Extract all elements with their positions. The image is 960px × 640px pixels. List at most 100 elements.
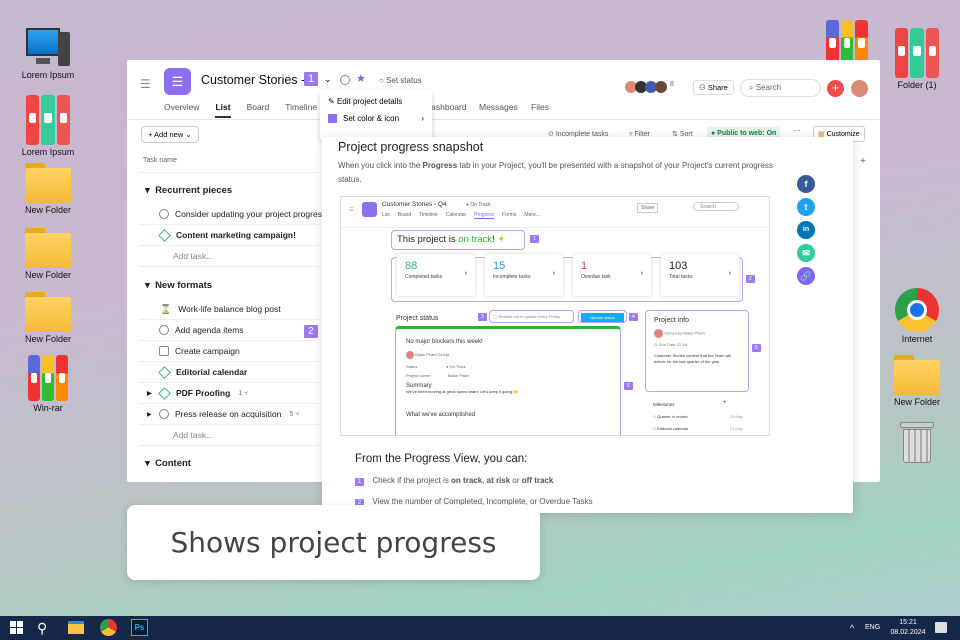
check-circle-icon[interactable] bbox=[159, 409, 169, 419]
shot-tab: Calendar bbox=[445, 212, 467, 218]
section-title: Content bbox=[155, 458, 191, 469]
member-count: 8 bbox=[670, 81, 674, 88]
stat-number: 1 bbox=[581, 260, 588, 272]
language-indicator[interactable]: ENG bbox=[865, 616, 880, 640]
chevron-down-icon[interactable]: ⌄ bbox=[324, 74, 332, 85]
photoshop-icon[interactable]: Ps bbox=[131, 619, 148, 636]
tab-overview[interactable]: Overview bbox=[164, 102, 199, 118]
section-content[interactable]: ▾ Content bbox=[145, 458, 191, 469]
add-column-icon[interactable]: + bbox=[860, 156, 866, 167]
clock[interactable]: 15:21 08.02.2024 bbox=[888, 616, 928, 640]
task-row[interactable]: ▶ PDF Proofing 1 ⑂ bbox=[139, 383, 319, 404]
set-status-button[interactable]: ○ Set status bbox=[379, 76, 422, 85]
chrome-taskbar-icon[interactable] bbox=[100, 619, 117, 636]
search-input[interactable]: ⌕ Search bbox=[740, 79, 821, 97]
expand-icon[interactable]: ▶ bbox=[147, 411, 152, 418]
tab-board[interactable]: Board bbox=[247, 102, 270, 118]
share-button[interactable]: ⚇ Share bbox=[693, 80, 734, 95]
shot-tab: Progress bbox=[474, 212, 495, 219]
desktop-icon-folder[interactable]: New Folder bbox=[12, 163, 84, 215]
add-button[interactable]: + bbox=[827, 80, 844, 97]
section-recurrent-pieces[interactable]: ▾ Recurrent pieces bbox=[145, 185, 232, 196]
linkedin-icon[interactable]: in bbox=[797, 221, 815, 239]
info-icon[interactable] bbox=[340, 75, 350, 85]
approval-icon bbox=[159, 346, 169, 356]
add-task-button[interactable]: Add task... bbox=[139, 425, 319, 446]
menu-item-label: Set color & icon bbox=[343, 114, 400, 123]
tab-list[interactable]: List bbox=[215, 102, 231, 118]
menu-item-edit-project-details[interactable]: ✎ Edit project details bbox=[320, 90, 432, 106]
facebook-icon[interactable]: f bbox=[797, 175, 815, 193]
stat-label: Total tasks bbox=[669, 274, 693, 280]
menu-item-set-color-icon[interactable]: Set color & icon › bbox=[320, 106, 432, 123]
link-icon[interactable]: 🔗 bbox=[797, 267, 815, 285]
menu-icon: ☰ bbox=[349, 207, 354, 213]
desktop-icon-binders[interactable]: Lorem Ipsum bbox=[12, 95, 84, 157]
subtask-count: 5 ⑂ bbox=[289, 410, 300, 418]
member-avatars[interactable]: 8 bbox=[625, 81, 674, 93]
project-title[interactable]: Customer Stories - bbox=[201, 73, 305, 87]
stat-number: 88 bbox=[405, 260, 418, 272]
task-row[interactable]: ▶ Press release on acquisition 5 ⑂ bbox=[139, 404, 319, 425]
desktop-icon-folder[interactable]: New Folder bbox=[881, 355, 953, 407]
milestone-name: Editorial calendar bbox=[657, 426, 689, 431]
desktop-icon-label: Lorem Ipsum bbox=[21, 70, 75, 80]
twitter-icon[interactable]: t bbox=[797, 198, 815, 216]
hourglass-icon: ⌛ bbox=[160, 303, 172, 314]
add-task-button[interactable]: Add task... bbox=[139, 246, 319, 267]
task-row[interactable]: Consider updating your project progres bbox=[139, 204, 322, 225]
owner-name: Blake Pham bbox=[683, 330, 705, 336]
desktop-icon-computer[interactable]: Lorem Ipsum bbox=[12, 28, 84, 80]
task-row[interactable]: Editorial calendar bbox=[139, 362, 319, 383]
color-swatch bbox=[328, 114, 337, 123]
task-row[interactable]: Add agenda items bbox=[139, 320, 319, 341]
status-value: On Track bbox=[449, 364, 466, 369]
shot-update-box: Update status bbox=[578, 310, 627, 323]
milestone-item: ◇ Editorial calendar 21 May bbox=[653, 426, 743, 431]
task-row[interactable]: Content marketing campaign! bbox=[139, 225, 319, 246]
add-new-button[interactable]: + Add new ⌄ bbox=[141, 126, 199, 143]
search-icon[interactable]: ⚲ bbox=[37, 616, 47, 640]
desktop-icon-folder[interactable]: New Folder bbox=[12, 228, 84, 280]
check-circle-icon[interactable] bbox=[159, 325, 169, 335]
project-icon bbox=[362, 202, 377, 217]
owner-label: Project owner bbox=[406, 373, 431, 378]
milestone-date: 20 May bbox=[729, 414, 743, 419]
desktop-icon-binders[interactable]: Folder (1) bbox=[881, 28, 953, 90]
expand-icon[interactable]: ▶ bbox=[147, 390, 152, 397]
notification-icon[interactable] bbox=[935, 622, 947, 633]
task-row[interactable]: ⌛ Work-life balance blog post bbox=[139, 299, 319, 320]
user-avatar[interactable] bbox=[851, 80, 868, 97]
section-new-formats[interactable]: ▾ New formats bbox=[145, 280, 212, 291]
milestone-icon bbox=[158, 228, 171, 242]
desktop-icon-internet[interactable]: Internet bbox=[881, 288, 953, 344]
folder-icon bbox=[25, 163, 71, 203]
set-status-label: Set status bbox=[386, 76, 422, 85]
intro-bold: Progress bbox=[422, 161, 458, 170]
more-options-icon[interactable]: ··· bbox=[793, 126, 801, 135]
add-milestone-icon: + bbox=[723, 400, 727, 406]
add-new-label: + Add new bbox=[148, 130, 184, 139]
task-row[interactable]: Create campaign bbox=[139, 341, 319, 362]
tab-messages[interactable]: Messages bbox=[479, 102, 518, 112]
chevron-right-icon: › bbox=[464, 270, 467, 277]
summary-text: We've been moving at great speed team! L… bbox=[406, 389, 519, 394]
windows-start-icon[interactable] bbox=[10, 616, 26, 640]
recycle-bin-icon[interactable] bbox=[900, 422, 934, 464]
file-explorer-icon[interactable] bbox=[68, 621, 84, 634]
desktop-icon-folder[interactable]: New Folder bbox=[12, 292, 84, 344]
task-name: Editorial calendar bbox=[176, 367, 248, 377]
star-icon[interactable]: ★ bbox=[356, 72, 366, 85]
task-name: Create campaign bbox=[175, 346, 240, 356]
tab-timeline[interactable]: Timeline bbox=[285, 102, 317, 118]
tray-chevron-icon[interactable]: ^ bbox=[850, 616, 854, 640]
shot-tabs: List Board Timeline Calendar Progress Forms Mo… bbox=[382, 212, 540, 219]
check-circle-icon[interactable] bbox=[159, 209, 169, 219]
menu-icon[interactable]: ☰ bbox=[140, 77, 151, 91]
desktop-icon-winrar[interactable]: Win-rar bbox=[12, 355, 84, 413]
tab-files[interactable]: Files bbox=[531, 102, 549, 112]
desktop-icon-label: Win-rar bbox=[33, 403, 63, 413]
desktop-icon-winrar[interactable] bbox=[811, 20, 883, 64]
email-icon[interactable]: ✉ bbox=[797, 244, 815, 262]
shot-tab: More... bbox=[524, 212, 540, 218]
